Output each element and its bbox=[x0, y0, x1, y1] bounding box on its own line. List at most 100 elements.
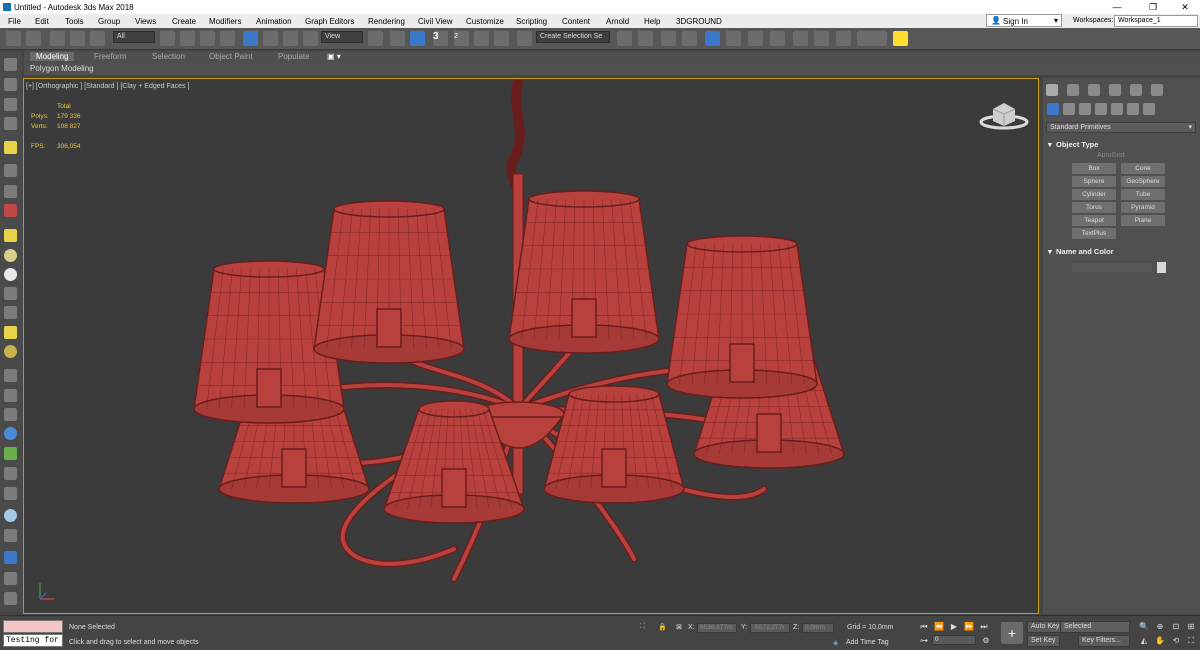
tab-object-paint[interactable]: Object Paint bbox=[209, 52, 253, 61]
toggle-scene-explorer-icon[interactable] bbox=[661, 31, 676, 46]
mesh-icon[interactable] bbox=[4, 408, 17, 421]
current-frame-field[interactable]: 0 bbox=[932, 635, 976, 645]
object-color-swatch[interactable] bbox=[1157, 262, 1166, 273]
menu-modifiers[interactable]: Modifiers bbox=[209, 17, 241, 26]
space-warps-icon[interactable] bbox=[1127, 103, 1139, 115]
utilities-tab-icon[interactable] bbox=[1151, 84, 1163, 96]
grid-icon[interactable] bbox=[4, 369, 17, 382]
redo-icon[interactable] bbox=[26, 31, 41, 46]
named-selection-set-dropdown[interactable]: Create Selection Se bbox=[536, 31, 610, 43]
cone-button[interactable]: Cone bbox=[1121, 163, 1165, 174]
material-ball-icon[interactable] bbox=[4, 345, 17, 358]
orbit-icon[interactable]: ⟲ bbox=[1170, 635, 1182, 646]
y-coordinate-field[interactable]: -5572,277r bbox=[750, 623, 790, 633]
time-tag-icon[interactable]: ◈ bbox=[833, 639, 838, 647]
cylinder-button[interactable]: Cylinder bbox=[1072, 189, 1116, 200]
viewport-label-menu[interactable]: [+] [Orthographic ] [Standard ] [Clay + … bbox=[26, 83, 189, 90]
container-icon[interactable] bbox=[4, 551, 17, 564]
display-list-icon[interactable] bbox=[4, 98, 17, 111]
select-by-name-icon[interactable] bbox=[180, 31, 195, 46]
pan-view-icon[interactable]: ✋ bbox=[1154, 635, 1166, 646]
schematic-view-icon[interactable] bbox=[748, 31, 763, 46]
snaps-toggle-icon[interactable]: 3 bbox=[433, 31, 448, 46]
menu-edit[interactable]: Edit bbox=[35, 17, 49, 26]
zoom-all-icon[interactable]: ⊕ bbox=[1154, 621, 1166, 632]
minimize-button[interactable]: — bbox=[1102, 1, 1132, 13]
cameras-icon[interactable] bbox=[1095, 103, 1107, 115]
paint-icon[interactable] bbox=[4, 389, 17, 402]
x-coordinate-field[interactable]: 6538,677m bbox=[697, 623, 737, 633]
render-setup-icon[interactable] bbox=[793, 31, 808, 46]
menu-scripting[interactable]: Scripting bbox=[516, 17, 547, 26]
sphere-icon[interactable] bbox=[4, 249, 17, 262]
reference-coordinate-dropdown[interactable]: View bbox=[321, 31, 363, 43]
name-and-color-rollout[interactable]: ▾ Name and Color bbox=[1046, 245, 1196, 257]
tab-populate[interactable]: Populate bbox=[278, 52, 310, 61]
keyboard-shortcut-override-icon[interactable] bbox=[410, 31, 425, 46]
object-name-field[interactable] bbox=[1072, 263, 1152, 272]
rendered-frame-window-icon[interactable] bbox=[814, 31, 829, 46]
geometry-icon[interactable] bbox=[1047, 103, 1059, 115]
isolate-selection-icon[interactable]: ⛶ bbox=[640, 623, 645, 631]
auto-key-button[interactable]: Auto Key bbox=[1027, 621, 1064, 633]
tree-icon[interactable] bbox=[4, 447, 17, 460]
selection-filter-dropdown[interactable]: All bbox=[113, 31, 155, 43]
percent-snap-icon[interactable] bbox=[474, 31, 489, 46]
select-manipulate-icon[interactable] bbox=[390, 31, 405, 46]
previous-frame-icon[interactable]: ⏪ bbox=[933, 621, 945, 632]
zoom-extents-all-icon[interactable]: ⊞ bbox=[1185, 621, 1197, 632]
select-and-scale-icon[interactable] bbox=[283, 31, 298, 46]
absolute-mode-icon[interactable]: ⊠ bbox=[676, 623, 682, 631]
angle-snap-icon[interactable]: 2 bbox=[454, 31, 469, 46]
torus-button[interactable]: Torus bbox=[1072, 202, 1116, 213]
autogrid-checkbox[interactable]: AutoGrid bbox=[1097, 152, 1125, 159]
geosphere-button[interactable]: GeoSphere bbox=[1121, 176, 1165, 187]
edit-named-selection-icon[interactable] bbox=[517, 31, 532, 46]
pivot-center-icon[interactable] bbox=[368, 31, 383, 46]
teapot-button[interactable]: Teapot bbox=[1072, 215, 1116, 226]
terrain-icon[interactable] bbox=[4, 487, 17, 500]
camera-icon[interactable] bbox=[4, 164, 17, 177]
toggle-ribbon-icon[interactable] bbox=[705, 31, 720, 46]
sun-icon[interactable] bbox=[4, 326, 17, 339]
reflection-icon[interactable] bbox=[4, 509, 17, 522]
display-tab-icon[interactable] bbox=[1130, 84, 1142, 96]
menu-file[interactable]: File bbox=[8, 17, 21, 26]
primitive-category-dropdown[interactable]: Standard Primitives ▾ bbox=[1046, 122, 1196, 133]
material-editor-icon[interactable] bbox=[770, 31, 785, 46]
motion-tab-icon[interactable] bbox=[1109, 84, 1121, 96]
character-icon[interactable] bbox=[4, 467, 17, 480]
render-production-icon[interactable] bbox=[836, 31, 851, 46]
script-icon[interactable] bbox=[4, 592, 17, 605]
lights-icon[interactable] bbox=[1079, 103, 1091, 115]
menu-rendering[interactable]: Rendering bbox=[368, 17, 405, 26]
key-filters-button[interactable]: Key Filters... bbox=[1078, 635, 1130, 647]
selection-lock-icon[interactable]: 🔒 bbox=[658, 623, 667, 631]
menu-graph-editors[interactable]: Graph Editors bbox=[305, 17, 354, 26]
select-and-move-icon[interactable] bbox=[243, 31, 258, 46]
box-button[interactable]: Box bbox=[1072, 163, 1116, 174]
modify-tab-icon[interactable] bbox=[1067, 84, 1079, 96]
zoom-extents-icon[interactable]: ⊡ bbox=[1170, 621, 1182, 632]
sign-in-button[interactable]: Sign In ▾ 👤 bbox=[986, 14, 1062, 27]
next-frame-icon[interactable]: ⏩ bbox=[963, 621, 975, 632]
shapes-icon[interactable] bbox=[1063, 103, 1075, 115]
rectangle-selection-icon[interactable] bbox=[200, 31, 215, 46]
close-button[interactable]: ✕ bbox=[1170, 1, 1200, 13]
scene-explorer-icon[interactable] bbox=[4, 78, 17, 91]
set-key-icon[interactable]: + bbox=[1001, 622, 1023, 644]
maxscript-listener-output[interactable] bbox=[3, 620, 63, 633]
tab-modeling[interactable]: Modeling bbox=[30, 52, 75, 61]
window-crossing-icon[interactable] bbox=[220, 31, 235, 46]
tab-freeform[interactable]: Freeform bbox=[94, 52, 126, 61]
menu-civil-view[interactable]: Civil View bbox=[418, 17, 453, 26]
go-to-start-icon[interactable]: ⏮ bbox=[918, 621, 930, 632]
go-to-end-icon[interactable]: ⏭ bbox=[978, 621, 990, 632]
curve-editor-icon[interactable] bbox=[726, 31, 741, 46]
sphere-button[interactable]: Sphere bbox=[1072, 176, 1116, 187]
toggle-layer-explorer-icon[interactable] bbox=[682, 31, 697, 46]
space-warp-icon[interactable] bbox=[4, 204, 17, 217]
select-object-icon[interactable] bbox=[160, 31, 175, 46]
cone-icon[interactable] bbox=[4, 306, 17, 319]
menu-group[interactable]: Group bbox=[98, 17, 120, 26]
